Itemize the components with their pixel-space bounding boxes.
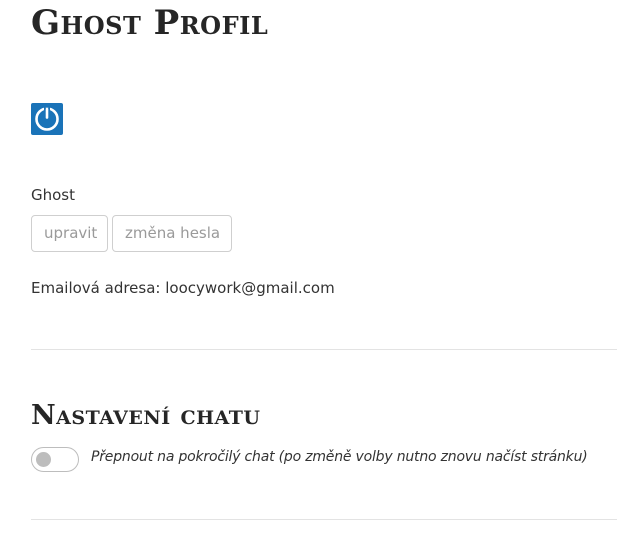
section-divider-bottom [31, 519, 617, 520]
edit-profile-button[interactable]: upravit [31, 215, 108, 252]
advanced-chat-toggle-label[interactable]: Přepnout na pokročilý chat (po změně vol… [91, 447, 588, 467]
page-title: Ghost Profil [31, 3, 269, 43]
toggle-knob [36, 452, 51, 467]
email-label: Emailová adresa: [31, 279, 161, 297]
power-icon [35, 107, 59, 131]
email-value: loocywork@gmail.com [165, 279, 335, 297]
username: Ghost [31, 186, 76, 204]
chat-settings-title: Nastavení chatu [31, 400, 261, 431]
profile-page: Ghost Profil Ghost upravit změna hesla E… [31, 0, 617, 535]
email-line: Emailová adresa: loocywork@gmail.com [31, 278, 335, 298]
change-password-button[interactable]: změna hesla [112, 215, 232, 252]
section-divider [31, 349, 617, 350]
advanced-chat-toggle[interactable] [31, 447, 79, 472]
avatar [31, 103, 63, 135]
